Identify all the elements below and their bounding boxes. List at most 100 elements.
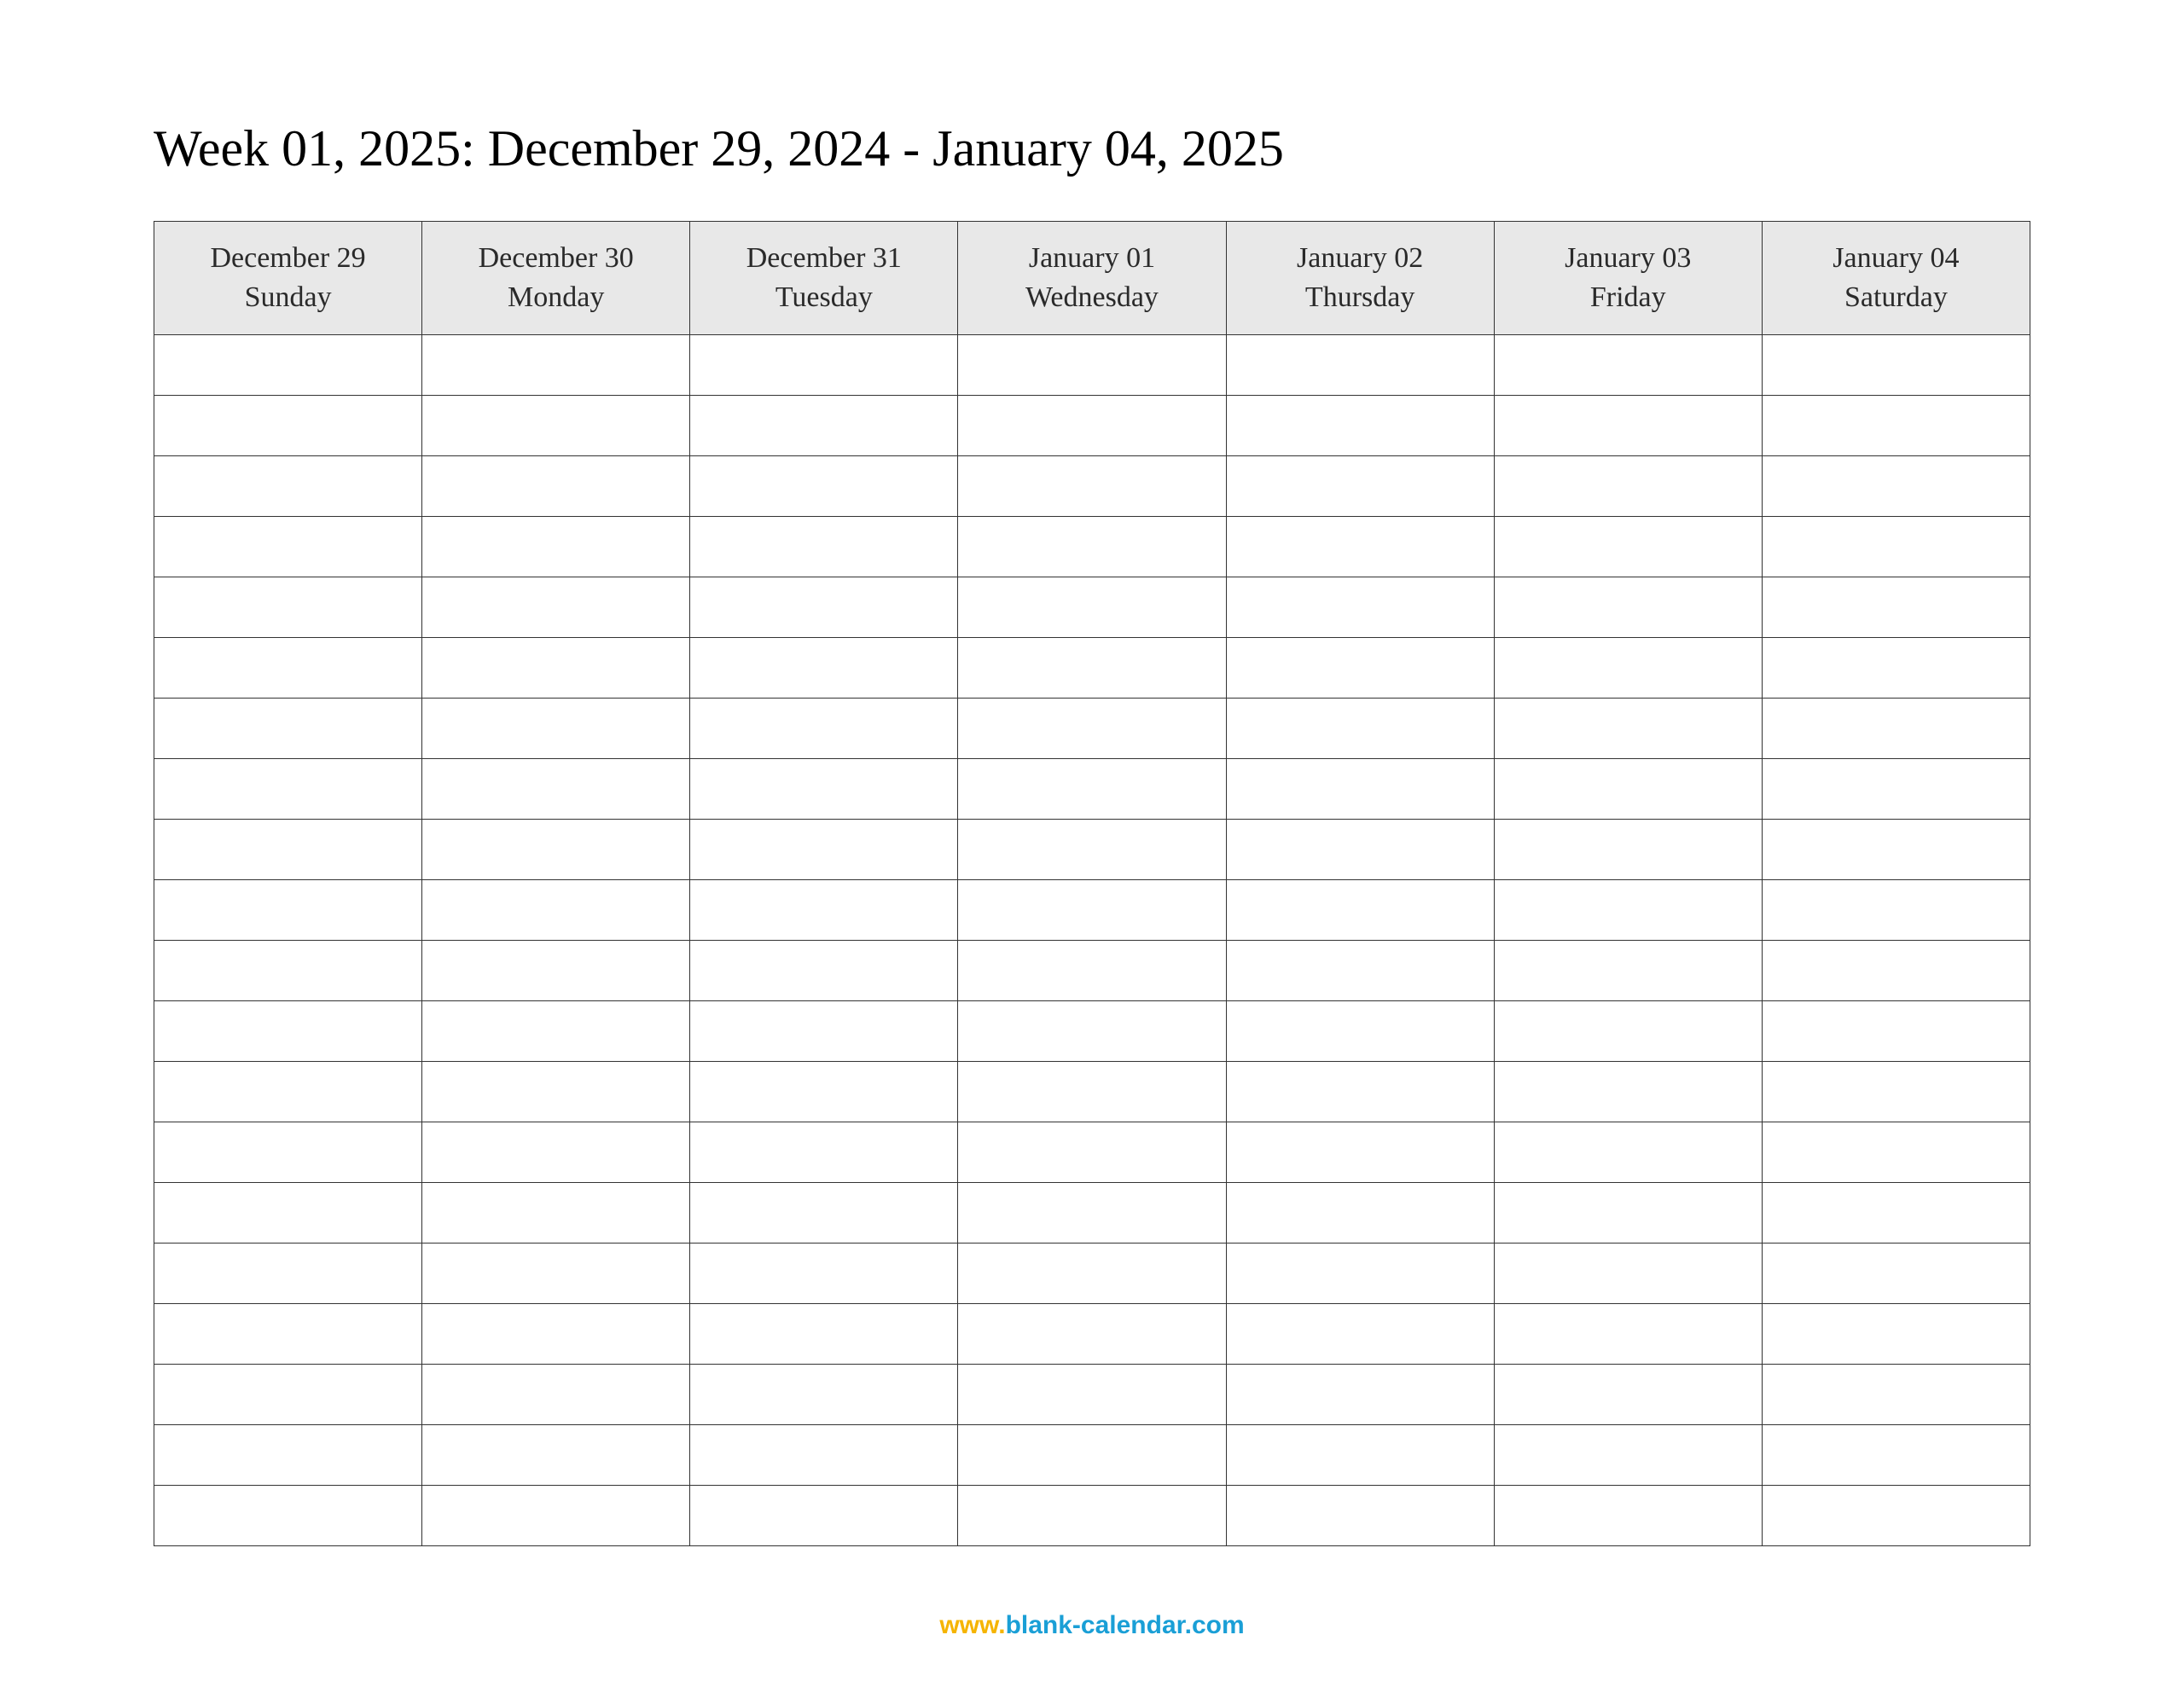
calendar-cell[interactable] <box>422 516 690 577</box>
calendar-cell[interactable] <box>1762 334 2030 395</box>
calendar-cell[interactable] <box>1226 1182 1494 1243</box>
calendar-cell[interactable] <box>690 577 958 637</box>
calendar-cell[interactable] <box>1762 1424 2030 1485</box>
calendar-cell[interactable] <box>1762 455 2030 516</box>
calendar-cell[interactable] <box>1762 1485 2030 1545</box>
calendar-cell[interactable] <box>690 395 958 455</box>
calendar-cell[interactable] <box>690 455 958 516</box>
calendar-cell[interactable] <box>1494 334 1762 395</box>
calendar-cell[interactable] <box>1226 879 1494 940</box>
calendar-cell[interactable] <box>958 1243 1226 1303</box>
calendar-cell[interactable] <box>1762 1182 2030 1243</box>
calendar-cell[interactable] <box>422 637 690 698</box>
calendar-cell[interactable] <box>1762 1000 2030 1061</box>
calendar-cell[interactable] <box>690 698 958 758</box>
calendar-cell[interactable] <box>690 940 958 1000</box>
calendar-cell[interactable] <box>690 1243 958 1303</box>
calendar-cell[interactable] <box>1226 940 1494 1000</box>
calendar-cell[interactable] <box>154 758 422 819</box>
calendar-cell[interactable] <box>1494 1000 1762 1061</box>
calendar-cell[interactable] <box>1494 1182 1762 1243</box>
calendar-cell[interactable] <box>1762 1122 2030 1182</box>
calendar-cell[interactable] <box>422 1061 690 1122</box>
calendar-cell[interactable] <box>1494 879 1762 940</box>
calendar-cell[interactable] <box>1762 1303 2030 1364</box>
calendar-cell[interactable] <box>1494 1303 1762 1364</box>
calendar-cell[interactable] <box>690 1424 958 1485</box>
calendar-cell[interactable] <box>690 819 958 879</box>
calendar-cell[interactable] <box>422 1303 690 1364</box>
calendar-cell[interactable] <box>1762 940 2030 1000</box>
calendar-cell[interactable] <box>154 1243 422 1303</box>
calendar-cell[interactable] <box>958 1424 1226 1485</box>
calendar-cell[interactable] <box>154 395 422 455</box>
calendar-cell[interactable] <box>958 1182 1226 1243</box>
calendar-cell[interactable] <box>422 1122 690 1182</box>
calendar-cell[interactable] <box>154 1364 422 1424</box>
calendar-cell[interactable] <box>690 1061 958 1122</box>
calendar-cell[interactable] <box>154 1424 422 1485</box>
calendar-cell[interactable] <box>1226 455 1494 516</box>
calendar-cell[interactable] <box>154 577 422 637</box>
calendar-cell[interactable] <box>1226 1122 1494 1182</box>
calendar-cell[interactable] <box>1762 516 2030 577</box>
calendar-cell[interactable] <box>422 1424 690 1485</box>
calendar-cell[interactable] <box>958 516 1226 577</box>
calendar-cell[interactable] <box>958 637 1226 698</box>
calendar-cell[interactable] <box>958 758 1226 819</box>
calendar-cell[interactable] <box>1494 577 1762 637</box>
calendar-cell[interactable] <box>1226 395 1494 455</box>
calendar-cell[interactable] <box>154 819 422 879</box>
calendar-cell[interactable] <box>1226 1424 1494 1485</box>
calendar-cell[interactable] <box>958 698 1226 758</box>
calendar-cell[interactable] <box>154 637 422 698</box>
calendar-cell[interactable] <box>154 1303 422 1364</box>
calendar-cell[interactable] <box>1762 1243 2030 1303</box>
calendar-cell[interactable] <box>1226 1243 1494 1303</box>
calendar-cell[interactable] <box>1762 1364 2030 1424</box>
calendar-cell[interactable] <box>154 1485 422 1545</box>
calendar-cell[interactable] <box>1762 879 2030 940</box>
calendar-cell[interactable] <box>1762 819 2030 879</box>
calendar-cell[interactable] <box>1226 1303 1494 1364</box>
calendar-cell[interactable] <box>1226 1485 1494 1545</box>
calendar-cell[interactable] <box>154 940 422 1000</box>
calendar-cell[interactable] <box>1494 758 1762 819</box>
calendar-cell[interactable] <box>958 1485 1226 1545</box>
calendar-cell[interactable] <box>422 577 690 637</box>
calendar-cell[interactable] <box>422 940 690 1000</box>
calendar-cell[interactable] <box>1226 758 1494 819</box>
calendar-cell[interactable] <box>958 1303 1226 1364</box>
calendar-cell[interactable] <box>1226 698 1494 758</box>
calendar-cell[interactable] <box>690 758 958 819</box>
calendar-cell[interactable] <box>154 698 422 758</box>
calendar-cell[interactable] <box>1226 1000 1494 1061</box>
calendar-cell[interactable] <box>422 819 690 879</box>
calendar-cell[interactable] <box>1494 395 1762 455</box>
calendar-cell[interactable] <box>1226 1061 1494 1122</box>
calendar-cell[interactable] <box>1226 637 1494 698</box>
calendar-cell[interactable] <box>422 758 690 819</box>
calendar-cell[interactable] <box>154 1122 422 1182</box>
calendar-cell[interactable] <box>1494 455 1762 516</box>
calendar-cell[interactable] <box>1762 1061 2030 1122</box>
calendar-cell[interactable] <box>422 1243 690 1303</box>
calendar-cell[interactable] <box>422 879 690 940</box>
calendar-cell[interactable] <box>1494 637 1762 698</box>
calendar-cell[interactable] <box>1762 577 2030 637</box>
calendar-cell[interactable] <box>154 334 422 395</box>
calendar-cell[interactable] <box>1494 1424 1762 1485</box>
calendar-cell[interactable] <box>958 395 1226 455</box>
calendar-cell[interactable] <box>1494 516 1762 577</box>
calendar-cell[interactable] <box>422 1000 690 1061</box>
calendar-cell[interactable] <box>1226 334 1494 395</box>
calendar-cell[interactable] <box>154 879 422 940</box>
calendar-cell[interactable] <box>1494 1061 1762 1122</box>
calendar-cell[interactable] <box>958 879 1226 940</box>
calendar-cell[interactable] <box>690 1122 958 1182</box>
calendar-cell[interactable] <box>1494 1122 1762 1182</box>
calendar-cell[interactable] <box>1762 395 2030 455</box>
calendar-cell[interactable] <box>1226 1364 1494 1424</box>
calendar-cell[interactable] <box>690 1485 958 1545</box>
calendar-cell[interactable] <box>690 1364 958 1424</box>
